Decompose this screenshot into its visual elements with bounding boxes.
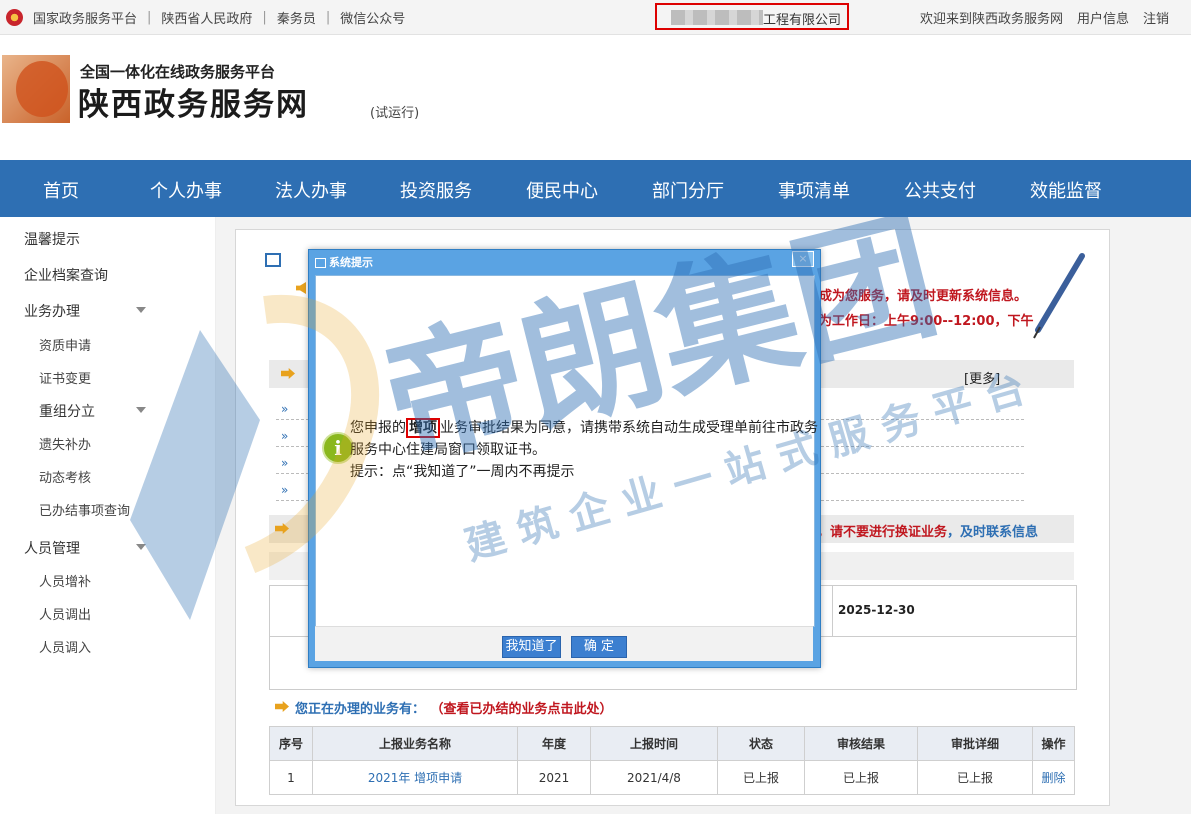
nav-personal[interactable]: 个人办事 bbox=[150, 177, 222, 203]
msg-hint: 提示：点“我知道了”一周内不再提示 bbox=[350, 464, 575, 480]
divider: | bbox=[325, 10, 331, 25]
pen-icon bbox=[1033, 253, 1085, 339]
sidebar-item-qualification[interactable]: 资质申请 bbox=[39, 335, 91, 354]
divider: | bbox=[147, 10, 152, 25]
delete-link[interactable]: 删除 bbox=[1032, 760, 1075, 795]
speaker-icon bbox=[296, 282, 306, 294]
sidebar-item-staff-out[interactable]: 人员调出 bbox=[39, 604, 91, 623]
site-header: 全国一体化在线政务服务平台 陕西政务服务网 (试运行) bbox=[0, 35, 1191, 160]
site-logo-icon[interactable] bbox=[2, 55, 70, 123]
nav-item-list[interactable]: 事项清单 bbox=[778, 177, 850, 203]
sidebar-item-completed[interactable]: 已办结事项查询 bbox=[39, 500, 130, 519]
user-links: 欢迎来到陕西政务服务网 用户信息 注销 bbox=[920, 8, 1169, 27]
cell-index: 1 bbox=[269, 760, 313, 795]
company-suffix: 工程有限公司 bbox=[763, 13, 842, 28]
system-dialog: 系统提示 × i 您申报的 增项 业务审批结果为同意，请携带系统自动生成受理单前往市… bbox=[308, 249, 821, 668]
more-link[interactable]: [更多] bbox=[964, 368, 1000, 387]
company-name: 工程有限公司 bbox=[655, 3, 849, 30]
national-emblem-icon bbox=[6, 9, 23, 26]
main-nav: 首页 个人办事 法人办事 投资服务 便民中心 部门分厅 事项清单 公共支付 效能… bbox=[0, 160, 1191, 217]
col-index: 序号 bbox=[269, 726, 313, 761]
window-icon bbox=[265, 253, 281, 267]
sidebar-item-dynamic-check[interactable]: 动态考核 bbox=[39, 467, 91, 486]
cell-time: 2021/4/8 bbox=[590, 760, 718, 795]
msg-prefix: 您申报的 bbox=[350, 420, 406, 436]
date-value: 2025-12-30 bbox=[838, 603, 915, 617]
logo-title[interactable]: 陕西政务服务网 bbox=[78, 79, 309, 124]
nav-investment[interactable]: 投资服务 bbox=[400, 177, 472, 203]
notice-text: 成为您服务，请及时更新系统信息。 bbox=[819, 289, 1028, 304]
business-heading-text: 您正在办理的业务有： bbox=[295, 702, 426, 717]
nav-legal-person[interactable]: 法人办事 bbox=[275, 177, 347, 203]
warning-text: 误，请不要进行换证业务，及时联系信息 bbox=[804, 521, 1038, 540]
close-button[interactable]: × bbox=[792, 251, 814, 267]
nav-public-payment[interactable]: 公共支付 bbox=[904, 177, 976, 203]
sidebar-item-cert-change[interactable]: 证书变更 bbox=[39, 368, 91, 387]
redacted-name bbox=[671, 10, 763, 25]
link-wechat[interactable]: 微信公众号 bbox=[340, 8, 405, 27]
bullet-icon: » bbox=[281, 429, 289, 443]
business-table: 序号 上报业务名称 年度 上报时间 状态 审核结果 审批详细 操作 1 2021… bbox=[269, 726, 1075, 795]
nav-departments[interactable]: 部门分厅 bbox=[652, 177, 724, 203]
logout-link[interactable]: 注销 bbox=[1143, 8, 1169, 27]
sidebar-item-business[interactable]: 业务办理 bbox=[24, 301, 80, 321]
col-detail: 审批详细 bbox=[917, 726, 1033, 761]
cell-detail: 已上报 bbox=[917, 760, 1033, 795]
sidebar-item-reorg[interactable]: 重组分立 bbox=[39, 401, 95, 421]
col-name: 上报业务名称 bbox=[312, 726, 518, 761]
col-time: 上报时间 bbox=[590, 726, 718, 761]
sidebar-item-staff-add[interactable]: 人员增补 bbox=[39, 571, 91, 590]
welcome-text: 欢迎来到陕西政务服务网 bbox=[919, 12, 1063, 27]
dialog-button-bar: 我知道了 确 定 bbox=[315, 626, 813, 661]
warning-red: 误，请不要进行换证业务 bbox=[804, 525, 948, 540]
cell-result: 已上报 bbox=[804, 760, 918, 795]
ok-button[interactable]: 确 定 bbox=[571, 636, 627, 658]
cell-status: 已上报 bbox=[717, 760, 805, 795]
msg-highlight: 增项 bbox=[406, 418, 440, 438]
sidebar-item-reissue[interactable]: 遗失补办 bbox=[39, 434, 91, 453]
sidebar-item-staff[interactable]: 人员管理 bbox=[24, 538, 80, 558]
col-status: 状态 bbox=[717, 726, 805, 761]
sidebar-item-staff-in[interactable]: 人员调入 bbox=[39, 637, 91, 656]
col-year: 年度 bbox=[517, 726, 591, 761]
chevron-down-icon[interactable] bbox=[136, 544, 146, 550]
bullet-icon: » bbox=[281, 456, 289, 470]
dialog-title: 系统提示 bbox=[315, 254, 373, 270]
chevron-down-icon[interactable] bbox=[136, 407, 146, 413]
divider: | bbox=[262, 10, 267, 25]
warning-blue: ，及时联系信息 bbox=[947, 525, 1039, 540]
nav-supervision[interactable]: 效能监督 bbox=[1030, 177, 1102, 203]
col-result: 审核结果 bbox=[804, 726, 918, 761]
window-icon bbox=[315, 258, 326, 268]
table-header-row: 序号 上报业务名称 年度 上报时间 状态 审核结果 审批详细 操作 bbox=[269, 726, 1075, 761]
nav-convenience[interactable]: 便民中心 bbox=[526, 177, 598, 203]
top-links: 国家政务服务平台 | 陕西省人民政府 | 秦务员 | 微信公众号 bbox=[6, 8, 405, 27]
nav-home[interactable]: 首页 bbox=[43, 177, 79, 203]
dialog-message: 您申报的 增项 业务审批结果为同意，请携带系统自动生成受理单前往市政务服务中心住建局… bbox=[350, 417, 820, 483]
bullet-icon: » bbox=[281, 402, 289, 416]
dialog-body: i 您申报的 增项 业务审批结果为同意，请携带系统自动生成受理单前往市政务服务中心住… bbox=[315, 275, 818, 627]
know-button[interactable]: 我知道了 bbox=[502, 636, 561, 658]
top-bar: 国家政务服务平台 | 陕西省人民政府 | 秦务员 | 微信公众号 工程有限公司 … bbox=[0, 0, 1191, 35]
link-qinwuyuan[interactable]: 秦务员 bbox=[277, 8, 316, 27]
dialog-title-text: 系统提示 bbox=[329, 256, 373, 269]
link-national-platform[interactable]: 国家政务服务平台 bbox=[33, 8, 137, 27]
link-shaanxi-gov[interactable]: 陕西省人民政府 bbox=[161, 8, 252, 27]
cell-year: 2021 bbox=[517, 760, 591, 795]
col-action: 操作 bbox=[1032, 726, 1075, 761]
notice-text: 为工作日：上午9:00--12:00，下午 bbox=[819, 314, 1034, 329]
user-info-link[interactable]: 用户信息 bbox=[1077, 8, 1129, 27]
completed-business-link[interactable]: （查看已办结的业务点击此处） bbox=[437, 702, 613, 717]
sidebar-item-archive[interactable]: 企业档案查询 bbox=[24, 265, 108, 285]
cell-name-link[interactable]: 2021年 增项申请 bbox=[312, 760, 518, 795]
arrow-right-icon bbox=[275, 701, 289, 712]
chevron-down-icon[interactable] bbox=[136, 307, 146, 313]
sidebar-item-tips[interactable]: 温馨提示 bbox=[24, 229, 80, 249]
sidebar: 温馨提示 企业档案查询 业务办理 资质申请 证书变更 重组分立 遗失补办 动态考… bbox=[0, 217, 216, 814]
bullet-icon: » bbox=[281, 483, 289, 497]
table-row: 1 2021年 增项申请 2021 2021/4/8 已上报 已上报 已上报 删… bbox=[269, 760, 1075, 795]
divider bbox=[832, 586, 833, 636]
trial-label: (试运行) bbox=[370, 106, 420, 121]
business-heading: 您正在办理的业务有： （查看已办结的业务点击此处） bbox=[295, 698, 613, 717]
